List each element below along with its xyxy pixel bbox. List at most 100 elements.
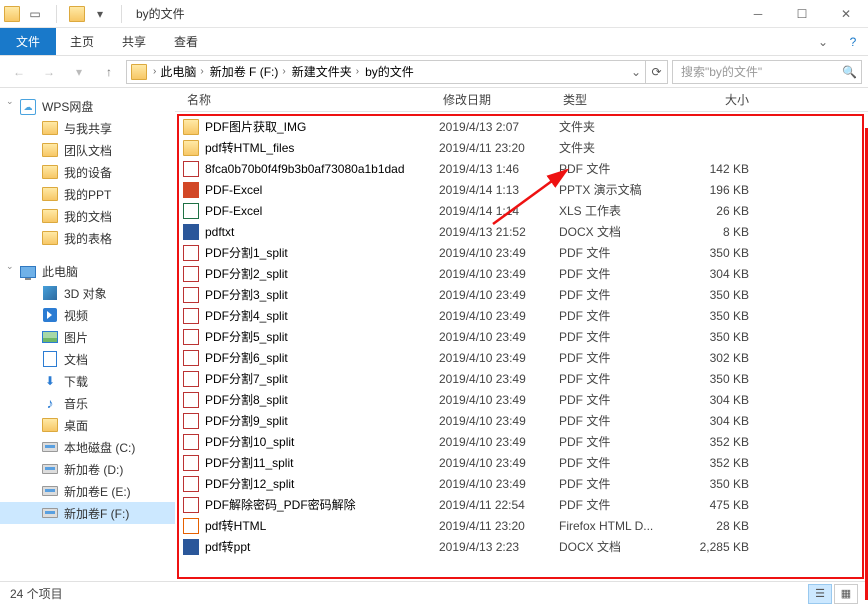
- properties-icon[interactable]: ▭: [26, 5, 44, 23]
- sidebar-item-label: 本地磁盘 (C:): [64, 439, 135, 456]
- nav-up-button[interactable]: ↑: [96, 59, 122, 85]
- sidebar-item[interactable]: 团队文档: [0, 139, 175, 161]
- sidebar-item[interactable]: ♪音乐: [0, 392, 175, 414]
- tab-view[interactable]: 查看: [160, 28, 212, 55]
- file-row[interactable]: PDF分割6_split2019/4/10 23:49PDF 文件302 KB: [179, 347, 862, 368]
- file-name: PDF分割11_split: [205, 454, 439, 471]
- file-row[interactable]: PDF分割12_split2019/4/10 23:49PDF 文件350 KB: [179, 473, 862, 494]
- sidebar-item[interactable]: 视频: [0, 304, 175, 326]
- file-name: PDF分割4_split: [205, 307, 439, 324]
- nav-label: WPS网盘: [42, 98, 93, 115]
- nav-wps-cloud[interactable]: ☁ WPS网盘: [0, 96, 175, 117]
- sidebar-item[interactable]: 新加卷F (F:): [0, 502, 175, 524]
- file-row[interactable]: 8fca0b70b0f4f9b3b0af73080a1b1dad2019/4/1…: [179, 158, 862, 179]
- sidebar-item[interactable]: 与我共享: [0, 117, 175, 139]
- file-row[interactable]: PDF分割2_split2019/4/10 23:49PDF 文件304 KB: [179, 263, 862, 284]
- pdf-icon: [183, 371, 199, 387]
- nav-back-button[interactable]: ←: [6, 59, 32, 85]
- file-row[interactable]: PDF分割7_split2019/4/10 23:49PDF 文件350 KB: [179, 368, 862, 389]
- file-row[interactable]: PDF分割4_split2019/4/10 23:49PDF 文件350 KB: [179, 305, 862, 326]
- file-row[interactable]: pdftxt2019/4/13 21:52DOCX 文档8 KB: [179, 221, 862, 242]
- file-row[interactable]: PDF分割5_split2019/4/10 23:49PDF 文件350 KB: [179, 326, 862, 347]
- sidebar-item[interactable]: 文档: [0, 348, 175, 370]
- file-list[interactable]: PDF图片获取_IMG2019/4/13 2:07文件夹pdf转HTML_fil…: [177, 114, 864, 579]
- icons-view-button[interactable]: ▦: [834, 584, 858, 604]
- file-size: 352 KB: [679, 456, 757, 470]
- chevron-right-icon[interactable]: ›: [354, 66, 361, 77]
- column-type-header[interactable]: 类型: [557, 91, 677, 108]
- sidebar-item[interactable]: 我的表格: [0, 227, 175, 249]
- nav-recent-dropdown[interactable]: ▾: [66, 59, 92, 85]
- refresh-button[interactable]: ⟳: [645, 61, 667, 83]
- file-type: PDF 文件: [559, 160, 679, 177]
- file-row[interactable]: PDF解除密码_PDF密码解除2019/4/11 22:54PDF 文件475 …: [179, 494, 862, 515]
- file-date: 2019/4/13 21:52: [439, 225, 559, 239]
- file-row[interactable]: pdf转HTML2019/4/11 23:20Firefox HTML D...…: [179, 515, 862, 536]
- sidebar-item[interactable]: 新加卷E (E:): [0, 480, 175, 502]
- file-type: PDF 文件: [559, 349, 679, 366]
- maximize-button[interactable]: ☐: [780, 0, 824, 28]
- sidebar-item[interactable]: 3D 对象: [0, 282, 175, 304]
- close-button[interactable]: ✕: [824, 0, 868, 28]
- address-dropdown-icon[interactable]: ⌄: [627, 65, 645, 79]
- folder-icon: [42, 164, 58, 180]
- file-row[interactable]: PDF分割9_split2019/4/10 23:49PDF 文件304 KB: [179, 410, 862, 431]
- file-row[interactable]: PDF分割1_split2019/4/10 23:49PDF 文件350 KB: [179, 242, 862, 263]
- file-row[interactable]: PDF分割8_split2019/4/10 23:49PDF 文件304 KB: [179, 389, 862, 410]
- file-row[interactable]: PDF分割10_split2019/4/10 23:49PDF 文件352 KB: [179, 431, 862, 452]
- file-row[interactable]: PDF-Excel2019/4/14 1:13PPTX 演示文稿196 KB: [179, 179, 862, 200]
- file-row[interactable]: pdf转HTML_files2019/4/11 23:20文件夹: [179, 137, 862, 158]
- nav-this-pc[interactable]: 此电脑: [0, 261, 175, 282]
- column-name-header[interactable]: 名称: [181, 91, 437, 108]
- file-size: 304 KB: [679, 393, 757, 407]
- file-size: 304 KB: [679, 267, 757, 281]
- sidebar-item[interactable]: 本地磁盘 (C:): [0, 436, 175, 458]
- breadcrumb-segment[interactable]: by的文件: [363, 63, 416, 80]
- sidebar-item[interactable]: 图片: [0, 326, 175, 348]
- address-bar[interactable]: › 此电脑› 新加卷 F (F:)› 新建文件夹› by的文件 ⌄ ⟳: [126, 60, 668, 84]
- search-icon: 🔍: [842, 65, 857, 79]
- file-row[interactable]: PDF分割3_split2019/4/10 23:49PDF 文件350 KB: [179, 284, 862, 305]
- file-row[interactable]: PDF-Excel2019/4/14 1:14XLS 工作表26 KB: [179, 200, 862, 221]
- file-row[interactable]: PDF分割11_split2019/4/10 23:49PDF 文件352 KB: [179, 452, 862, 473]
- breadcrumb-segment[interactable]: 新加卷 F (F:)›: [208, 63, 290, 80]
- column-size-header[interactable]: 大小: [677, 91, 755, 108]
- help-icon[interactable]: ?: [838, 28, 868, 55]
- search-input[interactable]: 搜索"by的文件" 🔍: [672, 60, 862, 84]
- expander-icon[interactable]: ⌄: [6, 96, 14, 107]
- file-row[interactable]: pdf转ppt2019/4/13 2:23DOCX 文档2,285 KB: [179, 536, 862, 557]
- chevron-right-icon[interactable]: ›: [151, 66, 158, 77]
- column-date-header[interactable]: 修改日期: [437, 91, 557, 108]
- pdf-icon: [183, 476, 199, 492]
- file-size: 302 KB: [679, 351, 757, 365]
- file-name: PDF-Excel: [205, 204, 439, 218]
- open-folder-icon[interactable]: [69, 6, 85, 22]
- file-type: Firefox HTML D...: [559, 519, 679, 533]
- nav-forward-button[interactable]: →: [36, 59, 62, 85]
- expander-icon[interactable]: ⌄: [6, 261, 14, 272]
- folder-icon: [42, 417, 58, 433]
- file-tab[interactable]: 文件: [0, 28, 56, 55]
- details-view-button[interactable]: ☰: [808, 584, 832, 604]
- breadcrumb-segment[interactable]: 此电脑›: [158, 63, 207, 80]
- qat-dropdown-icon[interactable]: ▾: [91, 5, 109, 23]
- chevron-right-icon[interactable]: ›: [280, 66, 287, 77]
- file-row[interactable]: PDF图片获取_IMG2019/4/13 2:07文件夹: [179, 116, 862, 137]
- tab-share[interactable]: 共享: [108, 28, 160, 55]
- sidebar-item-label: 新加卷E (E:): [64, 483, 131, 500]
- sidebar-item[interactable]: 我的设备: [0, 161, 175, 183]
- sidebar-item[interactable]: 新加卷 (D:): [0, 458, 175, 480]
- file-type: XLS 工作表: [559, 202, 679, 219]
- sidebar-item[interactable]: 我的PPT: [0, 183, 175, 205]
- sidebar-item[interactable]: 桌面: [0, 414, 175, 436]
- sidebar-item[interactable]: 我的文档: [0, 205, 175, 227]
- sidebar-item-label: 新加卷F (F:): [64, 505, 129, 522]
- chevron-right-icon[interactable]: ›: [198, 66, 205, 77]
- navigation-pane[interactable]: ⌄ ☁ WPS网盘 与我共享团队文档我的设备我的PPT我的文档我的表格 ⌄ 此电…: [0, 88, 175, 581]
- ribbon-expand-icon[interactable]: ⌄: [808, 28, 838, 55]
- tab-home[interactable]: 主页: [56, 28, 108, 55]
- file-name: PDF分割1_split: [205, 244, 439, 261]
- minimize-button[interactable]: ─: [736, 0, 780, 28]
- breadcrumb-segment[interactable]: 新建文件夹›: [290, 63, 363, 80]
- sidebar-item[interactable]: ⬇下载: [0, 370, 175, 392]
